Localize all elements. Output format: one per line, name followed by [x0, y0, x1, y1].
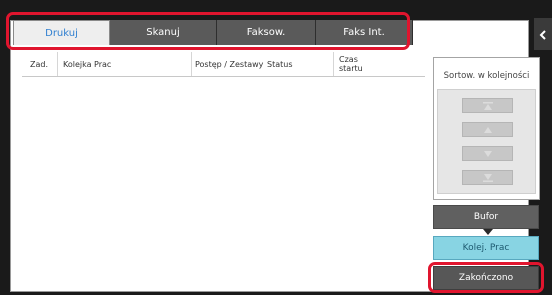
column-header-start-time: Czas startu: [333, 52, 381, 76]
job-status-screen: Drukuj Skanuj Faksow. Faks Int. Zad. Kol…: [0, 0, 552, 295]
side-panel-toggle[interactable]: [534, 18, 552, 50]
complete-button[interactable]: Zakończono: [433, 266, 539, 290]
tab-fax[interactable]: Faksow.: [217, 20, 316, 45]
spool-button[interactable]: Bufor: [433, 205, 539, 229]
column-header-job-queue: Kolejka Prac: [57, 52, 191, 76]
column-header-status: Status: [267, 59, 293, 69]
move-to-top-icon: [482, 101, 494, 111]
move-to-top-button[interactable]: [462, 98, 513, 113]
sort-queue-title: Sortow. w kolejności: [443, 71, 530, 81]
tab-print[interactable]: Drukuj: [13, 20, 110, 45]
column-header-job: Zad.: [30, 59, 49, 69]
move-up-icon: [482, 125, 494, 135]
chevron-left-icon: [539, 25, 547, 44]
move-to-bottom-button[interactable]: [462, 170, 513, 185]
move-to-bottom-icon: [482, 173, 494, 183]
column-header-progress: Postęp / Zestawy: [191, 52, 267, 76]
arrow-down-icon: [483, 229, 493, 235]
tab-scan[interactable]: Skanuj: [110, 20, 217, 45]
tab-internet-fax[interactable]: Faks Int.: [316, 20, 413, 45]
move-up-button[interactable]: [462, 122, 513, 137]
move-down-button[interactable]: [462, 146, 513, 161]
job-queue-button[interactable]: Kolej. Prac: [433, 236, 539, 260]
job-table-header: Zad. Kolejka Prac Postęp / Zestawy Statu…: [22, 52, 425, 77]
move-down-icon: [482, 149, 494, 159]
mode-tabs: Drukuj Skanuj Faksow. Faks Int.: [10, 20, 520, 45]
